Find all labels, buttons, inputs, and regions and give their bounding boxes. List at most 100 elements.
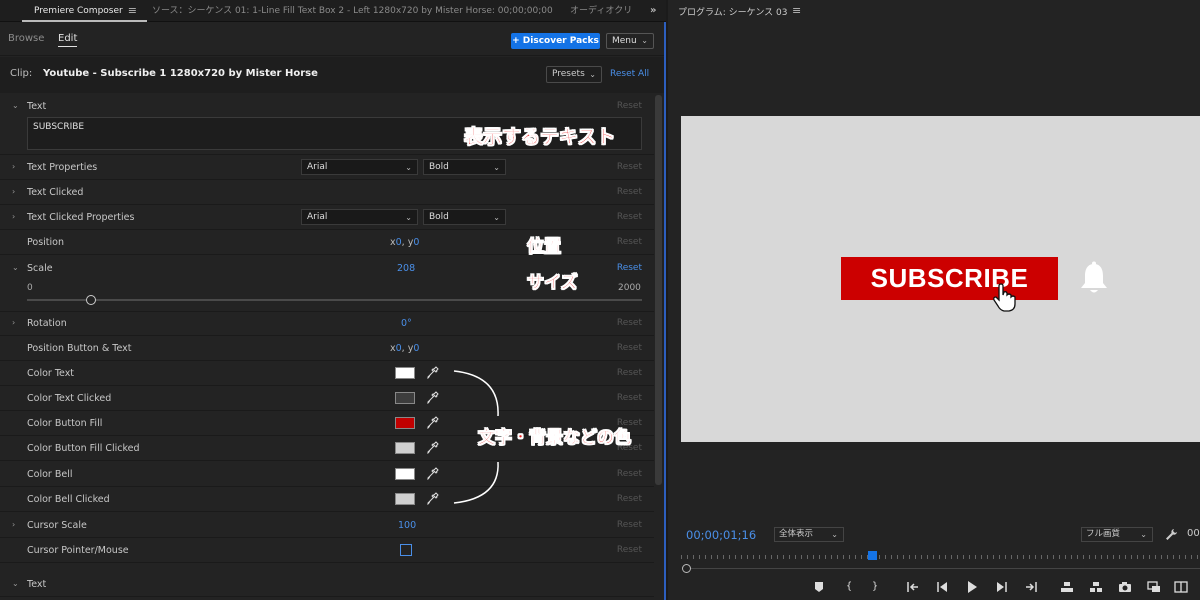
subtab-browse[interactable]: Browse — [8, 33, 44, 44]
timecode[interactable]: 00;00;01;16 — [686, 528, 756, 542]
eyedropper-icon[interactable] — [427, 391, 439, 404]
collapse-arrow-icon[interactable]: ⌄ — [12, 579, 19, 588]
position-value[interactable]: x0, y0 — [390, 343, 419, 354]
font-family-select[interactable]: Arial ⌄ — [301, 159, 418, 175]
reset-link[interactable]: Reset — [617, 212, 642, 222]
time-ruler[interactable] — [681, 552, 1200, 562]
slider-track[interactable] — [27, 299, 642, 301]
playback-resolution-select[interactable]: フル画質 ⌄ — [1081, 527, 1153, 542]
reset-all-link[interactable]: Reset All — [610, 69, 649, 79]
comparison-view-icon[interactable] — [1174, 580, 1188, 594]
wrench-icon[interactable] — [1165, 528, 1178, 541]
mode-bar: Browse Edit + Discover Packs Menu ⌄ — [0, 22, 664, 56]
color-swatch[interactable] — [395, 468, 415, 480]
position-value[interactable]: x0, y0 — [390, 237, 419, 248]
property-text-group: ⌄ Text — [0, 572, 654, 597]
reset-link[interactable]: Reset — [617, 393, 642, 403]
step-back-icon[interactable] — [935, 580, 949, 594]
reset-link[interactable]: Reset — [617, 520, 642, 530]
reset-link[interactable]: Reset — [617, 318, 642, 328]
presets-label: Presets — [552, 69, 585, 79]
eyedropper-icon[interactable] — [427, 441, 439, 454]
menu-dropdown[interactable]: Menu ⌄ — [606, 33, 654, 49]
property-color-text-clicked: Color Text Clicked Reset — [0, 386, 654, 411]
y-value[interactable]: 0 — [413, 343, 419, 354]
step-forward-icon[interactable] — [995, 580, 1009, 594]
slider-handle[interactable] — [85, 295, 96, 305]
tab-premiere-composer[interactable]: Premiere Composer ≡ — [22, 0, 147, 22]
chevron-down-icon: ⌄ — [405, 213, 412, 222]
color-swatch[interactable] — [395, 442, 415, 454]
property-label: Color Bell Clicked — [27, 494, 110, 505]
expand-arrow-icon[interactable]: › — [12, 187, 15, 196]
scale-value[interactable]: 208 — [397, 263, 415, 274]
go-to-out-icon[interactable] — [1024, 580, 1038, 594]
program-monitor-title[interactable]: プログラム: シーケンス 03 — [678, 5, 788, 18]
font-family-select[interactable]: Arial ⌄ — [301, 209, 418, 225]
clip-bar: Clip: Youtube - Subscribe 1 1280x720 by … — [0, 57, 664, 93]
reset-link[interactable]: Reset — [617, 237, 642, 247]
discover-packs-button[interactable]: + Discover Packs — [511, 33, 600, 49]
lift-icon[interactable] — [1060, 580, 1074, 594]
reset-link[interactable]: Reset — [617, 368, 642, 378]
reset-link[interactable]: Reset — [617, 469, 642, 479]
expand-arrow-icon[interactable]: › — [12, 318, 15, 327]
subtab-edit[interactable]: Edit — [58, 33, 78, 47]
cursor-scale-value[interactable]: 100 — [398, 520, 416, 531]
eyedropper-icon[interactable] — [427, 366, 439, 379]
clip-prefix: Clip: — [10, 68, 33, 79]
collapse-arrow-icon[interactable]: ⌄ — [12, 101, 19, 110]
preview-canvas[interactable]: SUBSCRIBE — [681, 116, 1200, 442]
color-swatch[interactable] — [395, 417, 415, 429]
export-frame-icon[interactable] — [1118, 580, 1132, 594]
extract-icon[interactable] — [1089, 580, 1103, 594]
playhead[interactable] — [868, 551, 877, 560]
annotation-text: 表示するテキスト — [464, 126, 616, 149]
eyedropper-icon[interactable] — [427, 467, 439, 480]
cursor-pointer-checkbox[interactable] — [400, 544, 412, 556]
expand-arrow-icon[interactable]: › — [12, 520, 15, 529]
reset-link[interactable]: Reset — [617, 162, 642, 172]
properties-scrollbar[interactable] — [655, 95, 662, 485]
scrub-handle[interactable] — [682, 564, 691, 573]
tab-source[interactable]: ソース：シーケンス 01: 1-Line Fill Text Box 2 - L… — [152, 0, 562, 22]
color-swatch[interactable] — [395, 392, 415, 404]
property-text-clicked-properties: › Text Clicked Properties Arial ⌄ Bold ⌄… — [0, 205, 654, 230]
go-to-in-icon[interactable] — [906, 580, 920, 594]
reset-link[interactable]: Reset — [617, 343, 642, 353]
color-swatch[interactable] — [395, 367, 415, 379]
eyedropper-icon[interactable] — [427, 492, 439, 505]
property-label: Position — [27, 237, 64, 248]
quality-value: フル画質 — [1086, 529, 1121, 539]
reset-link[interactable]: Reset — [617, 545, 642, 555]
font-weight-select[interactable]: Bold ⌄ — [423, 159, 506, 175]
eyedropper-icon[interactable] — [427, 416, 439, 429]
hamburger-menu-icon[interactable]: ≡ — [792, 4, 801, 17]
reset-link[interactable]: Reset — [617, 187, 642, 197]
expand-arrow-icon[interactable]: › — [12, 212, 15, 221]
zoom-select[interactable]: 全体表示 ⌄ — [774, 527, 844, 542]
more-tabs-icon[interactable]: » — [650, 0, 664, 22]
tab-audio[interactable]: オーディオクリ — [570, 0, 640, 22]
property-label: Color Button Fill — [27, 418, 103, 429]
mark-in-icon[interactable]: { — [842, 580, 856, 594]
reset-link[interactable]: Reset — [617, 101, 642, 111]
add-marker-icon[interactable] — [812, 580, 826, 594]
mark-out-icon[interactable]: } — [868, 580, 882, 594]
chevron-down-icon: ⌄ — [641, 36, 648, 45]
reset-link[interactable]: Reset — [617, 494, 642, 504]
rotation-value[interactable]: 0° — [401, 318, 412, 329]
expand-arrow-icon[interactable]: › — [12, 162, 15, 171]
color-swatch[interactable] — [395, 493, 415, 505]
play-icon[interactable] — [965, 580, 979, 594]
multi-camera-icon[interactable] — [1147, 580, 1161, 594]
font-weight-select[interactable]: Bold ⌄ — [423, 209, 506, 225]
hand-cursor-icon — [993, 283, 1016, 312]
composer-panel: Premiere Composer ≡ ソース：シーケンス 01: 1-Line… — [0, 0, 666, 600]
hamburger-menu-icon[interactable]: ≡ — [128, 0, 137, 20]
scrub-bar[interactable] — [684, 568, 1200, 569]
collapse-arrow-icon[interactable]: ⌄ — [12, 263, 19, 272]
y-value[interactable]: 0 — [413, 237, 419, 248]
reset-link[interactable]: Reset — [617, 263, 642, 273]
presets-dropdown[interactable]: Presets ⌄ — [546, 66, 602, 83]
